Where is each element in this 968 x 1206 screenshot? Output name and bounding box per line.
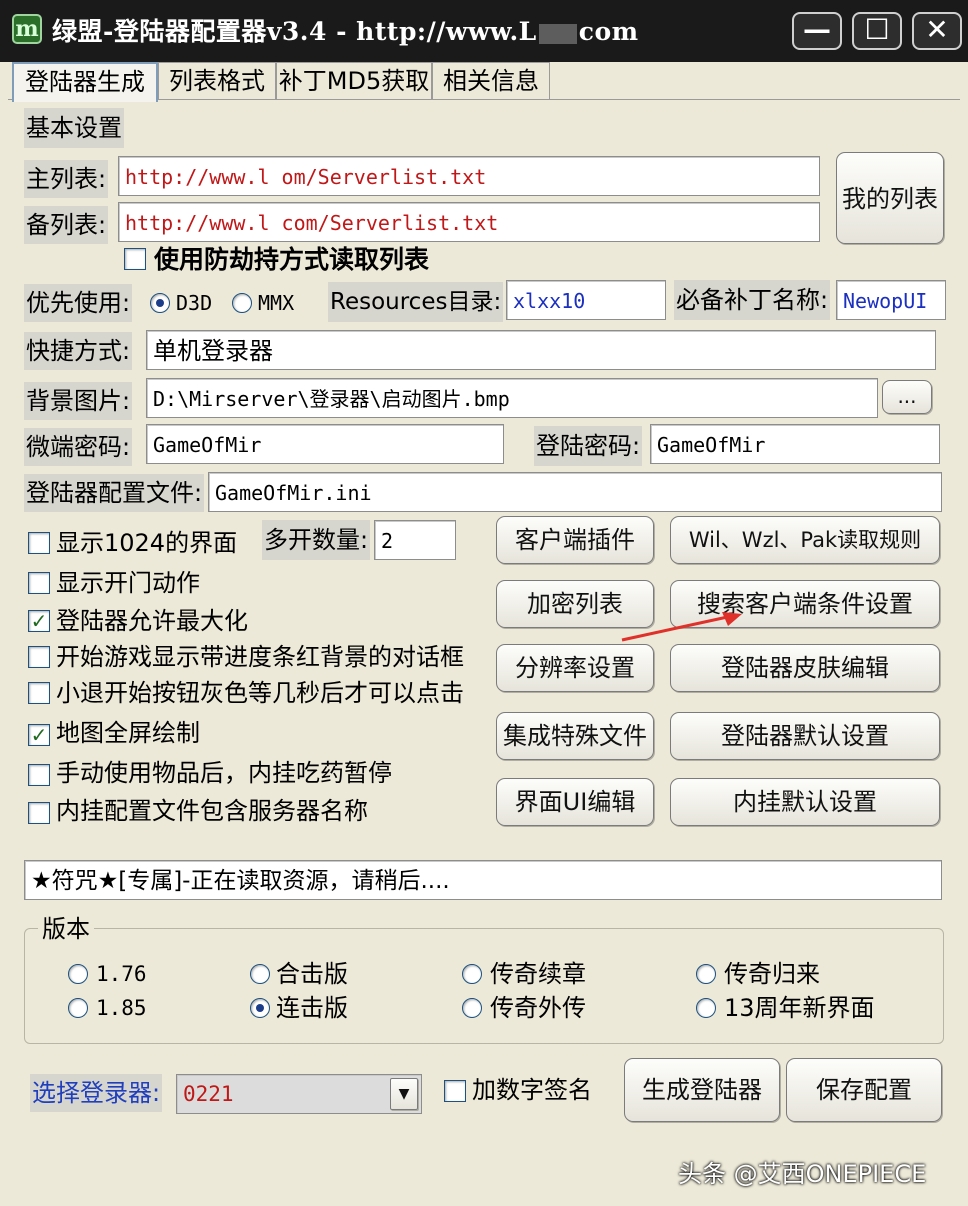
version-radio[interactable] bbox=[696, 964, 716, 984]
select-launcher-label: 选择登录器: bbox=[30, 1074, 163, 1112]
version-option-label: 传奇归来 bbox=[724, 960, 820, 988]
option-label: 小退开始按钮灰色等几秒后才可以点击 bbox=[56, 679, 464, 707]
option-label: 登陆器允许最大化 bbox=[56, 607, 248, 635]
option-checkbox[interactable] bbox=[28, 646, 50, 668]
version-option-label: 13周年新界面 bbox=[724, 994, 875, 1022]
micro-password-label: 微端密码: bbox=[24, 428, 133, 466]
version-radio[interactable] bbox=[250, 964, 270, 984]
browse-button[interactable]: ... bbox=[882, 380, 932, 414]
signature-checkbox[interactable] bbox=[444, 1080, 466, 1102]
shortcut-label: 快捷方式: bbox=[24, 332, 133, 370]
tab-related-info[interactable]: 相关信息 bbox=[432, 62, 550, 100]
resources-label: Resources目录: bbox=[328, 282, 504, 322]
backup-list-input[interactable]: http://www.l com/Serverlist.txt bbox=[118, 202, 820, 242]
option-checkbox[interactable] bbox=[28, 682, 50, 704]
version-option-label: 合击版 bbox=[276, 960, 348, 988]
launcher-select[interactable]: 0221 bbox=[176, 1074, 422, 1114]
option-checkbox-checked[interactable]: ✓ bbox=[28, 610, 50, 632]
my-list-button[interactable]: 我的列表 bbox=[836, 152, 944, 244]
version-radio[interactable] bbox=[462, 964, 482, 984]
skin-edit-button[interactable]: 登陆器皮肤编辑 bbox=[670, 644, 940, 692]
special-files-button[interactable]: 集成特殊文件 bbox=[496, 712, 654, 760]
option-checkbox[interactable] bbox=[28, 572, 50, 594]
option-checkbox[interactable] bbox=[28, 802, 50, 824]
priority-label: 优先使用: bbox=[24, 284, 133, 322]
redacted-block bbox=[538, 23, 577, 44]
minimize-button[interactable]: — bbox=[792, 12, 842, 50]
version-radio[interactable] bbox=[68, 998, 88, 1018]
chevron-down-icon[interactable]: ▼ bbox=[390, 1078, 418, 1110]
option-label: 开始游戏显示带进度条红背景的对话框 bbox=[56, 643, 464, 671]
basic-settings-label: 基本设置 bbox=[24, 108, 124, 148]
version-radio[interactable] bbox=[68, 964, 88, 984]
close-button[interactable]: ✕ bbox=[912, 12, 962, 50]
patch-label: 必备补丁名称: bbox=[674, 280, 831, 320]
multi-open-label: 多开数量: bbox=[262, 520, 371, 560]
version-group-title: 版本 bbox=[38, 912, 94, 946]
tab-launcher-generate[interactable]: 登陆器生成 bbox=[12, 62, 158, 102]
version-option-label: 1.85 bbox=[96, 996, 147, 1020]
background-image-label: 背景图片: bbox=[24, 382, 133, 420]
micro-password-input[interactable]: GameOfMir bbox=[146, 424, 504, 464]
plugin-defaults-button[interactable]: 内挂默认设置 bbox=[670, 778, 940, 826]
version-option-label: 1.76 bbox=[96, 962, 147, 986]
window-title-suffix: com bbox=[578, 17, 639, 46]
option-label: 显示开门动作 bbox=[56, 569, 200, 597]
main-list-label: 主列表: bbox=[24, 160, 109, 198]
option-label: 显示1024的界面 bbox=[56, 529, 238, 557]
version-radio[interactable] bbox=[696, 998, 716, 1018]
signature-label: 加数字签名 bbox=[472, 1076, 592, 1104]
window-title-text: 绿盟-登陆器配置器v3.4 - http://www.L bbox=[52, 17, 537, 46]
red-arrow-annotation bbox=[621, 612, 742, 642]
version-option-label: 传奇续章 bbox=[490, 960, 586, 988]
anti-hijack-checkbox[interactable] bbox=[124, 248, 146, 270]
tab-patch-md5[interactable]: 补丁MD5获取 bbox=[276, 62, 432, 100]
version-radio-selected[interactable] bbox=[250, 998, 270, 1018]
version-radio[interactable] bbox=[462, 998, 482, 1018]
resources-input[interactable]: xlxx10 bbox=[506, 280, 666, 320]
d3d-label: D3D bbox=[176, 291, 213, 315]
multi-open-input[interactable]: 2 bbox=[374, 520, 456, 560]
config-file-label: 登陆器配置文件: bbox=[24, 474, 205, 512]
maximize-button[interactable]: ☐ bbox=[852, 12, 902, 50]
ui-edit-button[interactable]: 界面UI编辑 bbox=[496, 778, 654, 826]
tab-list-format[interactable]: 列表格式 bbox=[158, 62, 276, 100]
shortcut-input[interactable]: 单机登录器 bbox=[146, 330, 936, 370]
option-checkbox[interactable] bbox=[28, 532, 50, 554]
option-label: 内挂配置文件包含服务器名称 bbox=[56, 797, 368, 825]
login-password-label: 登陆密码: bbox=[534, 426, 643, 466]
login-password-input[interactable]: GameOfMir bbox=[650, 424, 940, 464]
window-title: 绿盟-登陆器配置器v3.4 - http://www.L com bbox=[52, 12, 639, 52]
backup-list-label: 备列表: bbox=[24, 206, 109, 244]
status-text: ★符咒★[专属]-正在读取资源，请稍后.... bbox=[24, 860, 942, 900]
wil-rules-button[interactable]: Wil、Wzl、Pak读取规则 bbox=[670, 516, 940, 564]
config-file-input[interactable]: GameOfMir.ini bbox=[208, 472, 942, 512]
option-checkbox[interactable] bbox=[28, 764, 50, 786]
option-label: 地图全屏绘制 bbox=[56, 719, 200, 747]
option-checkbox-checked[interactable]: ✓ bbox=[28, 724, 50, 746]
default-settings-button[interactable]: 登陆器默认设置 bbox=[670, 712, 940, 760]
d3d-radio[interactable] bbox=[150, 293, 170, 313]
anti-hijack-label: 使用防劫持方式读取列表 bbox=[154, 245, 430, 274]
launcher-select-value: 0221 bbox=[183, 1082, 234, 1106]
mmx-radio[interactable] bbox=[232, 293, 252, 313]
app-logo-icon: m bbox=[12, 14, 42, 44]
generate-launcher-button[interactable]: 生成登陆器 bbox=[624, 1058, 780, 1122]
option-label: 手动使用物品后，内挂吃药暂停 bbox=[56, 759, 392, 787]
background-image-input[interactable]: D:\Mirserver\登录器\启动图片.bmp bbox=[146, 378, 878, 418]
resolution-settings-button[interactable]: 分辨率设置 bbox=[496, 644, 654, 692]
version-option-label: 连击版 bbox=[276, 994, 348, 1022]
save-config-button[interactable]: 保存配置 bbox=[786, 1058, 942, 1122]
client-plugin-button[interactable]: 客户端插件 bbox=[496, 516, 654, 564]
version-option-label: 传奇外传 bbox=[490, 994, 586, 1022]
watermark-text: 头条 @艾西ONEPIECE bbox=[678, 1160, 927, 1188]
mmx-label: MMX bbox=[258, 291, 295, 315]
main-list-input[interactable]: http://www.l om/Serverlist.txt bbox=[118, 156, 820, 196]
patch-input[interactable]: NewopUI bbox=[836, 280, 946, 320]
